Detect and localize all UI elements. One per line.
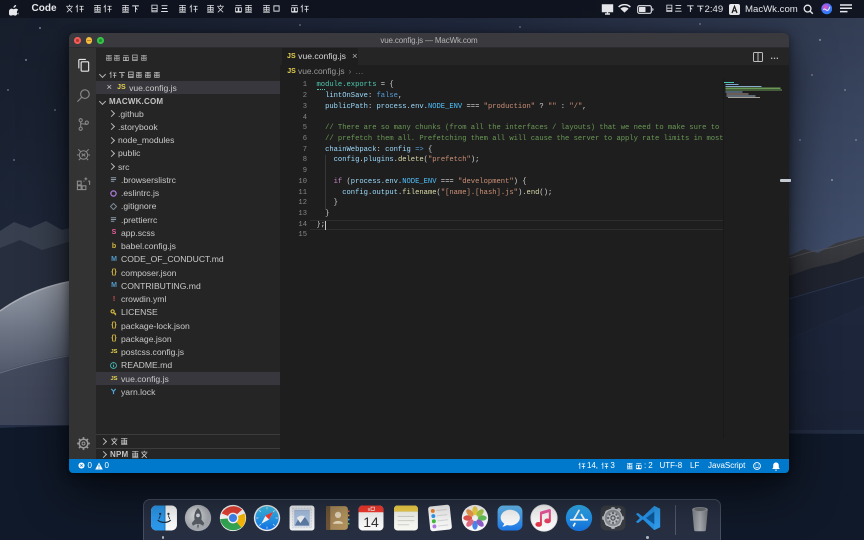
svg-text:14: 14 bbox=[363, 513, 379, 529]
svg-text:9: 9 bbox=[368, 506, 371, 511]
